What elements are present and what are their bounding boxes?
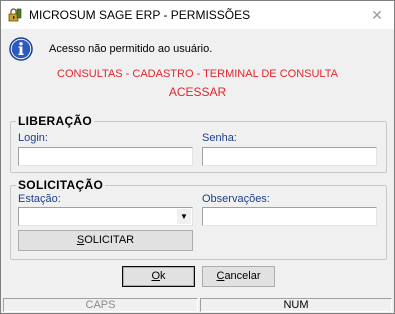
login-label: Login:: [18, 132, 48, 144]
observacoes-field[interactable]: [202, 207, 377, 226]
senha-field[interactable]: [202, 147, 377, 166]
permission-path: CONSULTAS - CADASTRO - TERMINAL DE CONSU…: [57, 68, 338, 80]
ok-button[interactable]: Ok: [122, 266, 195, 287]
key-lock-icon: [8, 8, 22, 22]
permissions-dialog: MICROSUM SAGE ERP - PERMISSÕES ✕ Acesso …: [0, 0, 395, 314]
cancel-button[interactable]: Cancelar: [202, 266, 275, 287]
estacao-dropdown[interactable]: ▼: [18, 207, 193, 226]
ok-button-label: Ok: [151, 270, 166, 282]
num-indicator: NUM: [200, 298, 392, 312]
solicitar-button-label: SOLICITAR: [76, 234, 135, 246]
title-bar[interactable]: MICROSUM SAGE ERP - PERMISSÕES ✕: [1, 1, 394, 29]
cancel-button-label: Cancelar: [216, 270, 261, 282]
status-bar: CAPS NUM: [1, 297, 394, 313]
login-field[interactable]: [18, 147, 193, 166]
permission-name: ACESSAR: [168, 85, 227, 99]
caps-indicator: CAPS: [3, 298, 198, 312]
window-title: MICROSUM SAGE ERP - PERMISSÕES: [29, 8, 251, 22]
senha-label: Senha:: [202, 132, 237, 144]
close-button[interactable]: ✕: [368, 6, 386, 24]
observacoes-label: Observações:: [202, 193, 270, 205]
access-denied-message: Acesso não permitido ao usuário.: [49, 43, 213, 55]
info-icon: [9, 37, 33, 61]
chevron-down-icon[interactable]: ▼: [177, 209, 191, 224]
liberacao-legend: LIBERAÇÃO: [16, 114, 95, 128]
solicitar-button[interactable]: SOLICITAR: [18, 230, 193, 251]
solicitacao-legend: SOLICITAÇÃO: [16, 178, 106, 192]
estacao-label: Estação:: [18, 193, 61, 205]
